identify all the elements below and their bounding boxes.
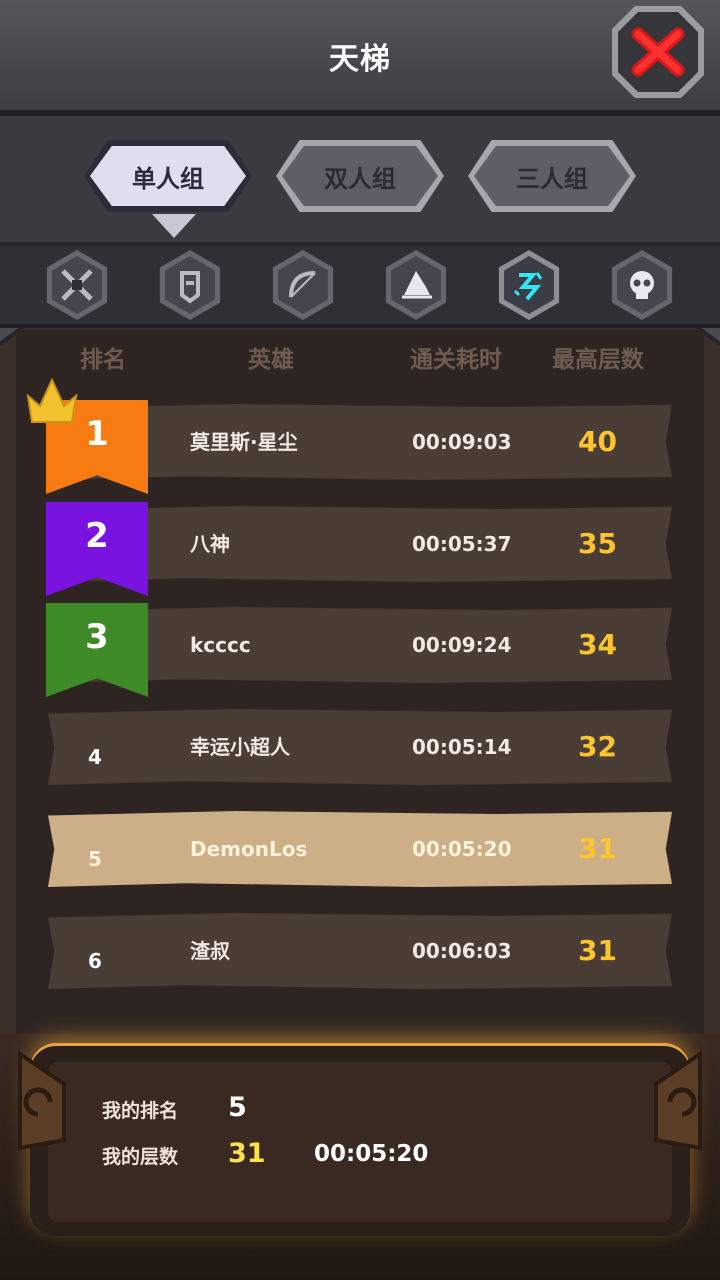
hero-name: kcccc — [190, 633, 251, 657]
clear-time: 00:09:24 — [412, 633, 512, 657]
cyan-rune-icon — [513, 272, 543, 301]
clear-time: 00:05:20 — [412, 837, 512, 861]
close-button[interactable] — [612, 6, 704, 98]
ranking-row-4[interactable]: 4 幸运小超人 00:05:14 32 — [48, 709, 672, 785]
helmet-warrior-icon — [180, 271, 200, 304]
hero-filter-4[interactable] — [385, 250, 447, 320]
clear-time: 00:06:03 — [412, 939, 512, 963]
header-bar: 天梯 — [0, 0, 720, 116]
my-floor-value: 31 — [228, 1138, 266, 1169]
max-floor: 31 — [578, 934, 617, 967]
my-clear-time: 00:05:20 — [314, 1141, 429, 1167]
witch-hat-icon — [402, 271, 432, 299]
tab-duo-label: 双人组 — [282, 146, 438, 206]
hero-filter-bar — [0, 246, 720, 328]
scroll-ornament-left-icon — [18, 1050, 66, 1151]
column-header-floor: 最高层数 — [552, 347, 644, 373]
active-tab-pointer — [152, 214, 196, 238]
max-floor: 31 — [578, 832, 617, 865]
tab-duo[interactable]: 双人组 — [276, 140, 444, 212]
column-header-hero: 英雄 — [248, 347, 294, 373]
max-floor: 34 — [578, 628, 617, 661]
crown-icon — [26, 377, 78, 423]
skull-icon — [630, 271, 654, 299]
my-rank-value: 5 — [228, 1092, 247, 1123]
crossed-blades-icon — [61, 269, 93, 301]
hero-filter-1[interactable] — [46, 250, 108, 320]
hero-name: 渣叔 — [190, 939, 230, 963]
hero-name: DemonLos — [190, 837, 308, 861]
clear-time: 00:05:14 — [412, 735, 512, 759]
hero-name: 莫里斯·星尘 — [190, 430, 298, 454]
my-floor-label: 我的层数 — [102, 1146, 179, 1168]
hero-filter-3[interactable] — [272, 250, 334, 320]
bow-icon — [289, 271, 316, 298]
my-rank-label: 我的排名 — [102, 1100, 179, 1122]
tab-trio[interactable]: 三人组 — [468, 140, 636, 212]
tab-solo[interactable]: 单人组 — [84, 140, 252, 212]
close-icon — [631, 27, 685, 77]
ranking-row-6[interactable]: 6 渣叔 00:06:03 31 — [48, 913, 672, 989]
clear-time: 00:09:03 — [412, 430, 512, 454]
column-header-time: 通关耗时 — [410, 347, 502, 373]
max-floor: 40 — [578, 425, 617, 458]
ranking-row-5-me[interactable]: 5 DemonLos 00:05:20 31 — [48, 811, 672, 887]
hero-filter-6[interactable] — [611, 250, 673, 320]
tab-trio-label: 三人组 — [474, 146, 630, 206]
max-floor: 32 — [578, 730, 617, 763]
hero-filter-5[interactable] — [498, 250, 560, 320]
hero-name: 幸运小超人 — [190, 735, 290, 759]
my-stats-footer: 我的排名 5 我的层数 31 00:05:20 — [0, 1034, 720, 1280]
hero-filter-2[interactable] — [159, 250, 221, 320]
tab-solo-label: 单人组 — [90, 146, 246, 206]
clear-time: 00:05:37 — [412, 532, 512, 556]
scroll-ornament-right-icon — [654, 1050, 702, 1151]
column-header-rank: 排名 — [80, 347, 126, 373]
max-floor: 35 — [578, 527, 617, 560]
hero-name: 八神 — [190, 532, 230, 556]
